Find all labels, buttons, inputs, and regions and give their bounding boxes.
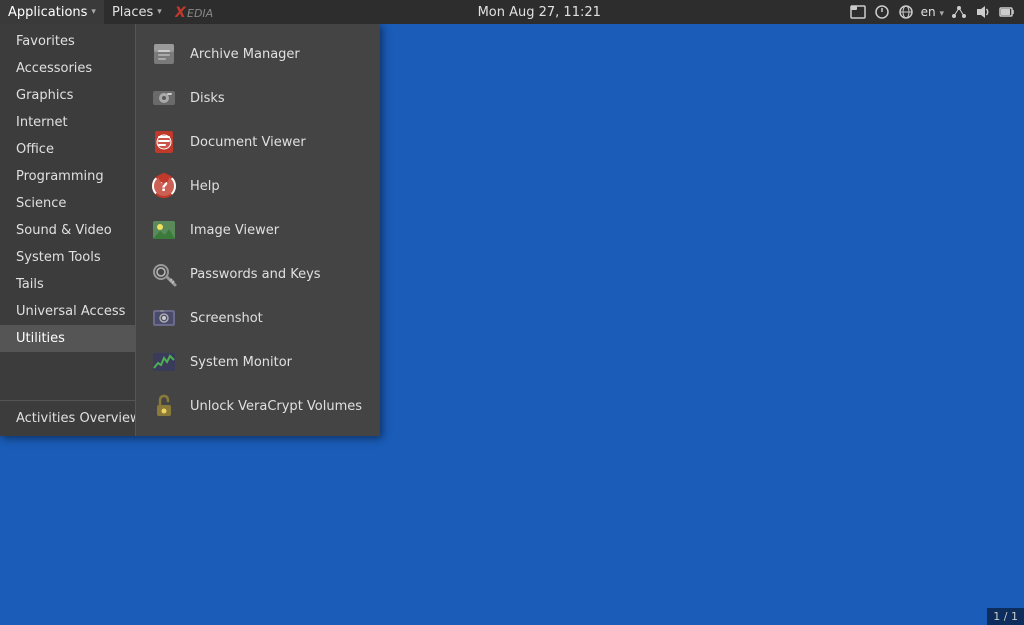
panel-item-system-monitor[interactable]: System Monitor bbox=[136, 340, 380, 384]
panel-item-image-viewer[interactable]: Image Viewer bbox=[136, 208, 380, 252]
system-monitor-label: System Monitor bbox=[190, 355, 292, 370]
topbar-datetime: Mon Aug 27, 11:21 bbox=[230, 5, 849, 20]
unlock-veracrypt-label: Unlock VeraCrypt Volumes bbox=[190, 399, 362, 414]
topbar-right-icons: en ▾ bbox=[849, 3, 1024, 21]
panel-item-help[interactable]: ? Help bbox=[136, 164, 380, 208]
places-label: Places bbox=[112, 5, 153, 20]
places-menu-button[interactable]: Places ▾ bbox=[104, 0, 170, 24]
files-icon[interactable] bbox=[849, 3, 867, 21]
sidebar-item-office[interactable]: Office bbox=[0, 136, 135, 163]
apps-dropdown-arrow: ▾ bbox=[91, 7, 96, 17]
sidebar-item-internet[interactable]: Internet bbox=[0, 109, 135, 136]
network-icon[interactable] bbox=[897, 3, 915, 21]
page-indicator: 1 / 1 bbox=[987, 608, 1024, 625]
panel-item-document-viewer[interactable]: Document Viewer bbox=[136, 120, 380, 164]
panel-item-passwords-keys[interactable]: Passwords and Keys bbox=[136, 252, 380, 296]
archive-manager-icon bbox=[148, 38, 180, 70]
sidebar-item-accessories[interactable]: Accessories bbox=[0, 55, 135, 82]
sidebar-item-system-tools[interactable]: System Tools bbox=[0, 244, 135, 271]
svg-text:X: X bbox=[175, 5, 187, 21]
sidebar-item-tails[interactable]: Tails bbox=[0, 271, 135, 298]
disks-label: Disks bbox=[190, 91, 225, 106]
svg-text:EDIA: EDIA bbox=[187, 7, 213, 20]
sidebar-bottom: Activities Overview bbox=[0, 400, 135, 432]
sidebar-item-programming[interactable]: Programming bbox=[0, 163, 135, 190]
panel-item-disks[interactable]: Disks bbox=[136, 76, 380, 120]
sidebar-item-sound-video[interactable]: Sound & Video bbox=[0, 217, 135, 244]
menu-sidebar: Favorites Accessories Graphics Internet … bbox=[0, 24, 135, 436]
sidebar-item-utilities[interactable]: Utilities bbox=[0, 325, 135, 352]
system-monitor-icon bbox=[148, 346, 180, 378]
help-icon: ? bbox=[148, 170, 180, 202]
battery-icon[interactable] bbox=[998, 3, 1016, 21]
sidebar-item-favorites[interactable]: Favorites bbox=[0, 28, 135, 55]
disks-icon bbox=[148, 82, 180, 114]
power-icon[interactable] bbox=[873, 3, 891, 21]
topbar: Applications ▾ Places ▾ X EDIA Mon Aug 2… bbox=[0, 0, 1024, 24]
applications-menu-button[interactable]: Applications ▾ bbox=[0, 0, 104, 24]
passwords-keys-label: Passwords and Keys bbox=[190, 267, 321, 282]
panel-item-archive-manager[interactable]: Archive Manager bbox=[136, 32, 380, 76]
image-viewer-icon bbox=[148, 214, 180, 246]
screenshot-icon bbox=[148, 302, 180, 334]
image-viewer-label: Image Viewer bbox=[190, 223, 279, 238]
places-dropdown-arrow: ▾ bbox=[157, 7, 162, 17]
sidebar-item-graphics[interactable]: Graphics bbox=[0, 82, 135, 109]
sidebar-item-science[interactable]: Science bbox=[0, 190, 135, 217]
panel-item-screenshot[interactable]: Screenshot bbox=[136, 296, 380, 340]
screenshot-label: Screenshot bbox=[190, 311, 263, 326]
sidebar-item-activities[interactable]: Activities Overview bbox=[0, 405, 135, 432]
archive-manager-label: Archive Manager bbox=[190, 47, 300, 62]
passwords-icon bbox=[148, 258, 180, 290]
language-selector[interactable]: en ▾ bbox=[921, 5, 944, 19]
network-connections-icon[interactable] bbox=[950, 3, 968, 21]
applications-menu: Favorites Accessories Graphics Internet … bbox=[0, 24, 380, 436]
utilities-panel: Archive Manager Disks bbox=[135, 24, 380, 436]
document-viewer-label: Document Viewer bbox=[190, 135, 306, 150]
help-label: Help bbox=[190, 179, 220, 194]
sidebar-item-universal-access[interactable]: Universal Access bbox=[0, 298, 135, 325]
unlock-veracrypt-icon bbox=[148, 390, 180, 422]
document-viewer-icon bbox=[148, 126, 180, 158]
applications-label: Applications bbox=[8, 5, 87, 20]
panel-item-unlock-veracrypt[interactable]: Unlock VeraCrypt Volumes bbox=[136, 384, 380, 428]
logo-area: X EDIA bbox=[170, 0, 230, 24]
volume-icon[interactable] bbox=[974, 3, 992, 21]
